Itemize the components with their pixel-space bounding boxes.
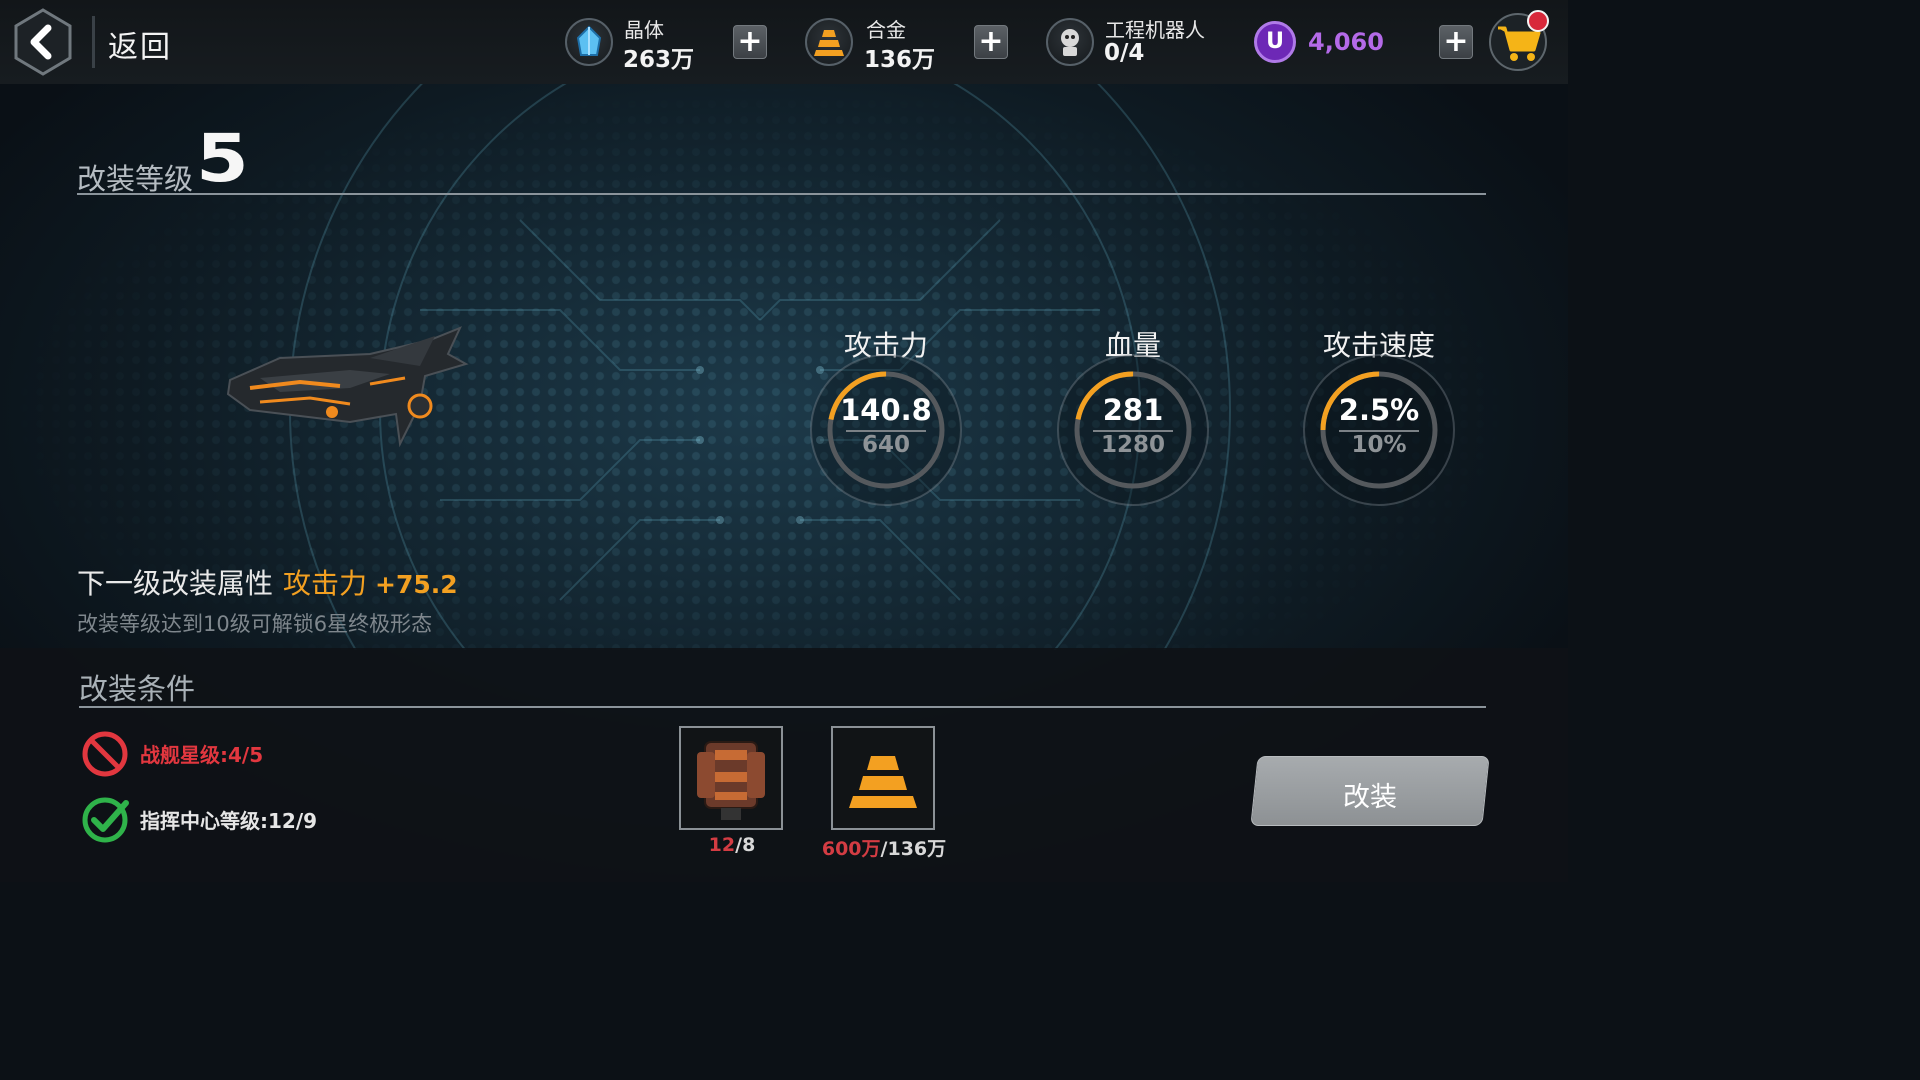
premium-currency-amount: 4,060: [1308, 28, 1384, 56]
crystal-amount: 263万: [623, 47, 695, 73]
stat-current-value: 2.5%: [1338, 393, 1420, 427]
modification-level-label: 改装等级: [77, 162, 194, 196]
stat-max-value: 640: [861, 432, 910, 458]
modify-button-label[interactable]: 改装: [1254, 775, 1486, 814]
add-currency-button[interactable]: +: [1439, 25, 1473, 59]
add-crystal-button[interactable]: +: [733, 25, 767, 59]
modification-level-value: 5: [196, 120, 249, 197]
material-have: 600万: [821, 838, 881, 860]
material-count-module: 12/8: [708, 834, 756, 856]
next-level-delta: +75.2: [375, 570, 458, 599]
conditions-divider: [79, 706, 1486, 708]
crystal-icon: [565, 18, 613, 66]
add-alloy-button[interactable]: +: [974, 25, 1008, 59]
stat-max-value: 1280: [1100, 432, 1165, 458]
material-slot-module[interactable]: [679, 726, 783, 830]
next-level-label: 下一级改装属性: [77, 567, 274, 600]
material-need: 136万: [887, 838, 947, 860]
crystal-label: 晶体: [624, 18, 664, 42]
robot-count: 0/4: [1104, 40, 1145, 66]
stat-current-value: 281: [1102, 393, 1164, 427]
alloy-label: 合金: [866, 18, 906, 42]
material-slot-alloy[interactable]: [831, 726, 935, 830]
alloy-icon: [805, 18, 853, 66]
next-level-attribute: 下一级改装属性 攻击力 +75.2: [77, 562, 458, 602]
conditions-title: 改装条件: [79, 672, 196, 706]
unlock-hint: 改装等级达到10级可解锁6星终极形态: [77, 612, 433, 636]
level-divider: [77, 193, 1486, 195]
module-crate-icon: [697, 741, 765, 820]
back-button-label[interactable]: 返回: [108, 22, 172, 66]
warship-model: [226, 326, 469, 448]
stat-current-value: 140.8: [840, 393, 932, 427]
blocked-icon: [82, 731, 128, 777]
back-divider: [92, 16, 95, 68]
premium-currency-icon: U: [1254, 21, 1296, 63]
check-icon: [82, 797, 129, 843]
next-level-stat: 攻击力: [283, 567, 368, 600]
requirement-text: 指挥中心等级:12/9: [140, 809, 318, 833]
robot-icon: [1046, 18, 1094, 66]
material-need: 8: [742, 834, 756, 856]
alloy-icon: [849, 756, 917, 808]
back-arrow-icon[interactable]: [12, 8, 74, 76]
material-count-alloy: 600万/136万: [821, 838, 947, 860]
material-have: 12: [708, 834, 736, 856]
robot-label: 工程机器人: [1105, 18, 1205, 42]
notification-badge: [1527, 10, 1549, 32]
alloy-amount: 136万: [864, 47, 936, 73]
stat-max-value: 10%: [1351, 432, 1407, 458]
requirement-text: 战舰星级:4/5: [140, 743, 264, 767]
